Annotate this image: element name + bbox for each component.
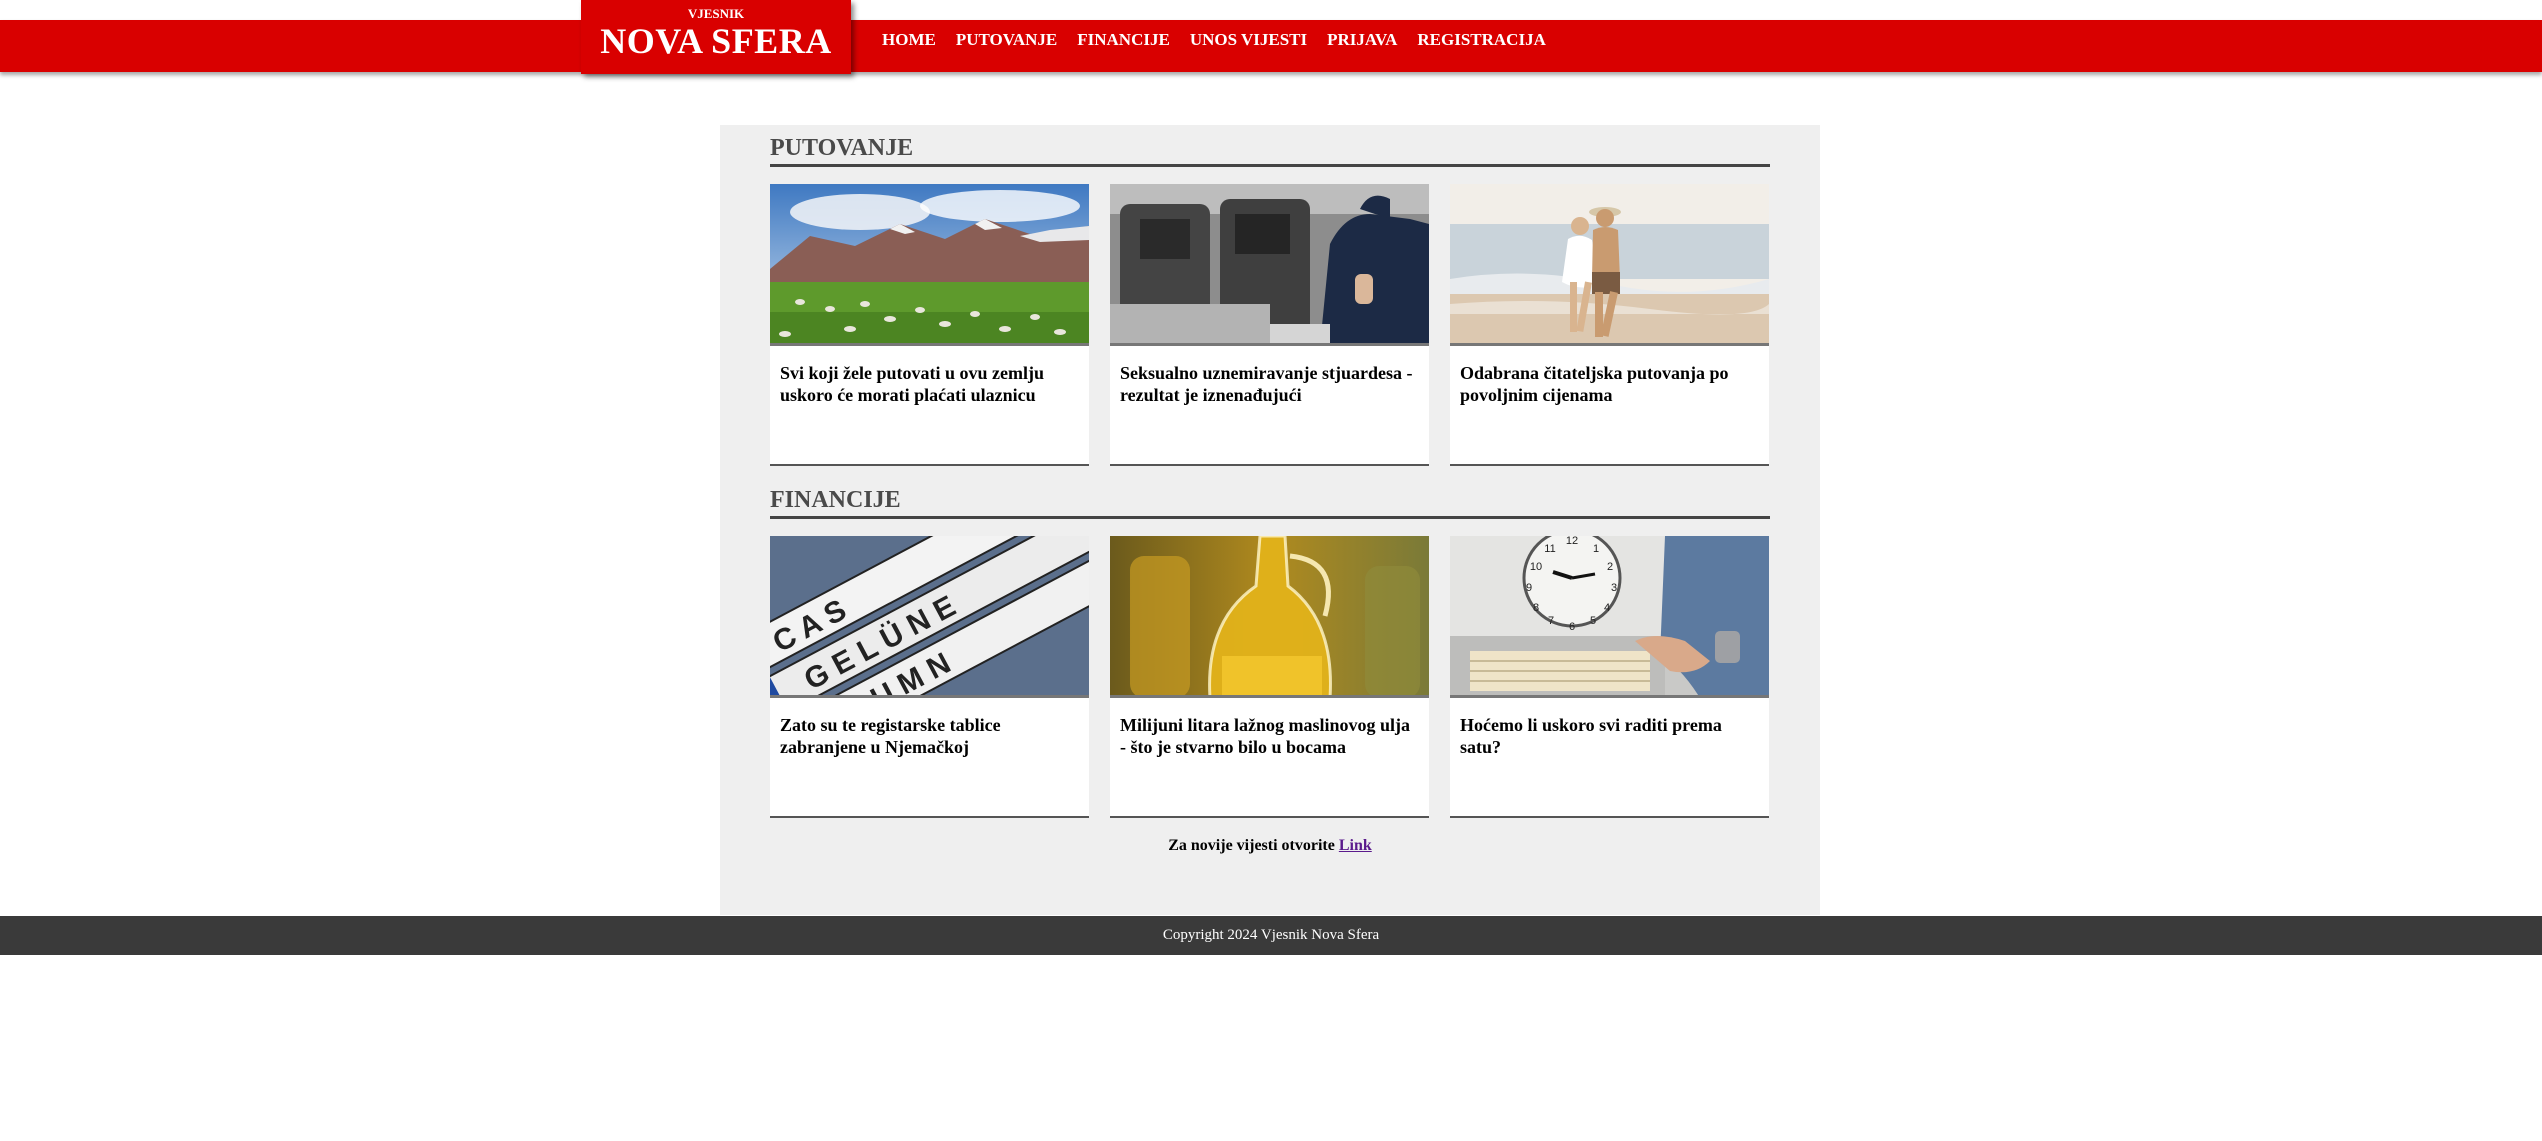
section-title-putovanje: PUTOVANJE	[770, 133, 1770, 167]
svg-text:2: 2	[1607, 561, 1613, 573]
airplane-cabin-image[interactable]	[1110, 184, 1429, 346]
svg-text:3: 3	[1611, 582, 1617, 594]
svg-text:11: 11	[1544, 543, 1555, 555]
more-news-line: Za novije vijesti otvorite Link	[720, 837, 1820, 855]
news-panel: PUTOVANJE Svi koji žele putovati u ovu z…	[720, 125, 1820, 915]
more-news-link[interactable]: Link	[1339, 837, 1372, 854]
article-card[interactable]: Svi koji žele putovati u ovu zemlju usko…	[770, 184, 1089, 466]
article-card[interactable]: Seksualno uznemiravanje stjuardesa - rez…	[1110, 184, 1429, 466]
article-card[interactable]: Milijuni litara lažnog maslinovog ulja -…	[1110, 536, 1429, 818]
nav-prijava[interactable]: PRIJAVA	[1327, 30, 1397, 50]
article-title[interactable]: Milijuni litara lažnog maslinovog ulja -…	[1120, 714, 1419, 758]
svg-text:6: 6	[1569, 621, 1575, 633]
article-title[interactable]: Odabrana čitateljska putovanja po povolj…	[1460, 362, 1759, 406]
svg-text:9: 9	[1526, 582, 1532, 594]
svg-text:4: 4	[1604, 602, 1610, 614]
copyright-text: Copyright 2024 Vjesnik Nova Sfera	[1162, 927, 1380, 943]
article-title[interactable]: Hoćemo li uskoro svi raditi prema satu?	[1460, 714, 1759, 758]
nav-home[interactable]: HOME	[882, 30, 936, 50]
time-clock-image[interactable]: 12 1 2 345 678 9 10 11	[1450, 536, 1769, 698]
svg-text:5: 5	[1590, 615, 1596, 627]
svg-text:12: 12	[1566, 536, 1578, 547]
article-card[interactable]: 12 1 2 345 678 9 10 11 Hoćemo li uskoro svi …	[1450, 536, 1769, 818]
section-title-financije: FINANCIJE	[770, 485, 1770, 519]
article-title[interactable]: Zato su te registarske tablice zabranjen…	[780, 714, 1079, 758]
svg-text:1: 1	[1593, 543, 1599, 555]
svg-text:8: 8	[1533, 602, 1539, 614]
beach-couple-image[interactable]	[1450, 184, 1769, 346]
license-plates-image[interactable]: C A S G E L Ü N E D U M N	[770, 536, 1089, 698]
site-logo[interactable]: VJESNIK NOVA SFERA	[581, 0, 851, 74]
main-nav: HOME PUTOVANJE FINANCIJE UNOS VIJESTI PR…	[882, 20, 1546, 60]
footer: Copyright 2024 Vjesnik Nova Sfera	[0, 916, 2542, 955]
mountain-meadow-sheep-image[interactable]	[770, 184, 1089, 346]
article-card[interactable]: C A S G E L Ü N E D U M N Zato su te reg…	[770, 536, 1089, 818]
article-title[interactable]: Seksualno uznemiravanje stjuardesa - rez…	[1120, 362, 1419, 406]
more-news-text: Za novije vijesti otvorite	[1168, 837, 1339, 854]
nav-registracija[interactable]: REGISTRACIJA	[1417, 30, 1545, 50]
nav-putovanje[interactable]: PUTOVANJE	[956, 30, 1057, 50]
olive-oil-bottle-image[interactable]	[1110, 536, 1429, 698]
svg-text:7: 7	[1548, 615, 1554, 627]
nav-unos-vijesti[interactable]: UNOS VIJESTI	[1190, 30, 1307, 50]
svg-text:10: 10	[1530, 561, 1542, 573]
article-card[interactable]: Odabrana čitateljska putovanja po povolj…	[1450, 184, 1769, 466]
logo-brand: NOVA SFERA	[600, 21, 832, 61]
nav-financije[interactable]: FINANCIJE	[1077, 30, 1170, 50]
article-title[interactable]: Svi koji žele putovati u ovu zemlju usko…	[780, 362, 1079, 406]
